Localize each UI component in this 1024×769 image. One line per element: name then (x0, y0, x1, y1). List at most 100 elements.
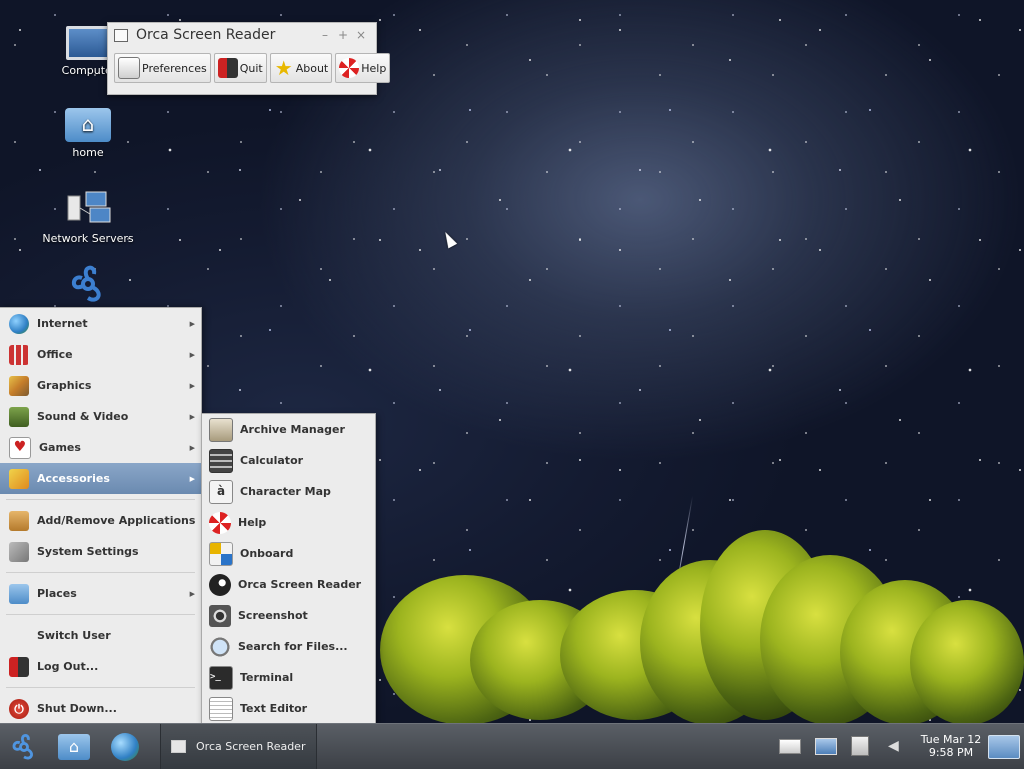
menu-separator (6, 572, 195, 573)
menu-item-label: Switch User (37, 629, 111, 642)
volume-icon: ◀ (888, 738, 899, 754)
submenu-item-calculator[interactable]: Calculator (202, 445, 375, 476)
menu-item-switch-user[interactable]: Switch User (0, 620, 201, 651)
menu-item-label: Games (39, 441, 81, 454)
close-button[interactable]: × (352, 28, 370, 42)
accessories-submenu[interactable]: Archive Manager Calculator à Character M… (201, 413, 376, 725)
chevron-right-icon: ▶ (189, 381, 195, 390)
file-manager-icon: ⌂ (58, 734, 90, 760)
window-icon (114, 28, 128, 42)
preferences-icon (118, 57, 140, 79)
chevron-right-icon: ▶ (189, 443, 195, 452)
show-desktop-button[interactable] (988, 735, 1020, 759)
menu-item-accessories[interactable]: Accessories ▶ (0, 463, 201, 494)
submenu-item-label: Terminal (240, 671, 294, 684)
multimedia-icon (9, 406, 29, 427)
submenu-item-label: Archive Manager (240, 423, 345, 436)
desktop-icon-distro[interactable] (38, 262, 138, 306)
menu-item-graphics[interactable]: Graphics ▶ (0, 370, 201, 401)
clock[interactable]: Tue Mar 12 9:58 PM (918, 733, 984, 759)
distro-logo-icon (64, 262, 112, 302)
maximize-button[interactable]: + (334, 28, 352, 42)
cards-icon: ♥ (9, 436, 31, 459)
start-menu[interactable]: Internet ▶ Office ▶ Graphics ▶ Sound & V… (0, 307, 202, 725)
preferences-button[interactable]: Preferences (114, 53, 211, 83)
menu-item-label: Add/Remove Applications (37, 514, 196, 527)
orca-window[interactable]: Orca Screen Reader – + × Preferences Qui… (107, 22, 391, 95)
window-titlebar[interactable]: Orca Screen Reader – + × (108, 23, 376, 47)
package-icon (9, 510, 29, 531)
menu-item-internet[interactable]: Internet ▶ (0, 308, 201, 339)
quit-button-label: Quit (239, 61, 263, 75)
calculator-icon (209, 448, 233, 473)
menu-item-log-out[interactable]: Log Out... (0, 651, 201, 682)
desktop-icon-network-servers[interactable]: Network Servers (38, 188, 138, 245)
menu-item-label: Accessories (37, 472, 110, 485)
menu-item-games[interactable]: ♥ Games ▶ (0, 432, 201, 463)
clipboard-tray-button[interactable] (851, 736, 873, 756)
character-map-icon: à (209, 479, 233, 504)
menu-item-label: Places (37, 587, 77, 600)
task-orca-screen-reader[interactable]: Orca Screen Reader (160, 724, 317, 769)
magnifier-icon (209, 635, 231, 658)
office-icon (9, 344, 29, 365)
clipboard-icon (851, 736, 869, 756)
menu-item-shut-down[interactable]: ⏻ Shut Down... (0, 693, 201, 724)
computer-icon (66, 26, 112, 60)
menu-item-system-settings[interactable]: System Settings (0, 536, 201, 567)
menu-item-label: Log Out... (37, 660, 99, 673)
menu-item-places[interactable]: Places ▶ (0, 578, 201, 609)
task-label: Orca Screen Reader (196, 740, 306, 753)
network-tray-button[interactable] (815, 736, 837, 756)
camera-icon (209, 604, 231, 627)
help-button[interactable]: Help (335, 53, 391, 83)
menu-item-label: Internet (37, 317, 88, 330)
submenu-item-screenshot[interactable]: Screenshot (202, 600, 375, 631)
chevron-right-icon: ▶ (189, 319, 195, 328)
menu-separator (6, 687, 195, 688)
submenu-item-text-editor[interactable]: Text Editor (202, 693, 375, 724)
menu-item-label: Sound & Video (37, 410, 129, 423)
about-button[interactable]: ★ About (269, 53, 333, 83)
help-button-label: Help (361, 61, 387, 75)
submenu-item-character-map[interactable]: à Character Map (202, 476, 375, 507)
about-button-label: About (295, 61, 329, 75)
minimize-button[interactable]: – (316, 28, 334, 42)
menu-item-label: Office (37, 348, 73, 361)
submenu-item-help[interactable]: Help (202, 507, 375, 538)
window-icon (171, 740, 186, 753)
file-manager-button[interactable]: ⌂ (58, 730, 92, 764)
submenu-item-archive-manager[interactable]: Archive Manager (202, 414, 375, 445)
chevron-right-icon: ▶ (189, 350, 195, 359)
mail-tray-button[interactable] (779, 736, 801, 756)
web-browser-button[interactable] (108, 730, 142, 764)
submenu-item-label: Text Editor (240, 702, 308, 715)
lifebuoy-icon (209, 511, 231, 534)
menu-separator (6, 499, 195, 500)
desktop-icon-label: home (72, 146, 104, 159)
submenu-item-label: Help (238, 516, 267, 529)
star-icon: ★ (274, 56, 293, 80)
power-icon: ⏻ (9, 698, 29, 719)
menu-logo-icon (12, 734, 33, 760)
menu-item-sound-video[interactable]: Sound & Video ▶ (0, 401, 201, 432)
submenu-item-onboard[interactable]: Onboard (202, 538, 375, 569)
volume-tray-button[interactable]: ◀ (888, 736, 910, 756)
menu-logo-button[interactable] (7, 730, 41, 764)
home-folder-icon (65, 108, 111, 142)
menu-item-add-remove-applications[interactable]: Add/Remove Applications (0, 505, 201, 536)
terminal-icon: >_ (209, 665, 233, 690)
quit-button[interactable]: Quit (213, 53, 267, 83)
submenu-item-search-for-files[interactable]: Search for Files... (202, 631, 375, 662)
window-title: Orca Screen Reader (136, 27, 276, 43)
menu-item-label: Shut Down... (37, 702, 117, 715)
menu-item-label: System Settings (37, 545, 139, 558)
submenu-item-label: Search for Files... (238, 640, 348, 653)
submenu-item-terminal[interactable]: >_ Terminal (202, 662, 375, 693)
desktop-icon-home[interactable]: home (38, 108, 138, 159)
globe-icon (9, 313, 29, 334)
logout-icon (9, 656, 29, 677)
submenu-item-orca-screen-reader[interactable]: Orca Screen Reader (202, 569, 375, 600)
mail-icon (779, 739, 801, 754)
menu-item-office[interactable]: Office ▶ (0, 339, 201, 370)
